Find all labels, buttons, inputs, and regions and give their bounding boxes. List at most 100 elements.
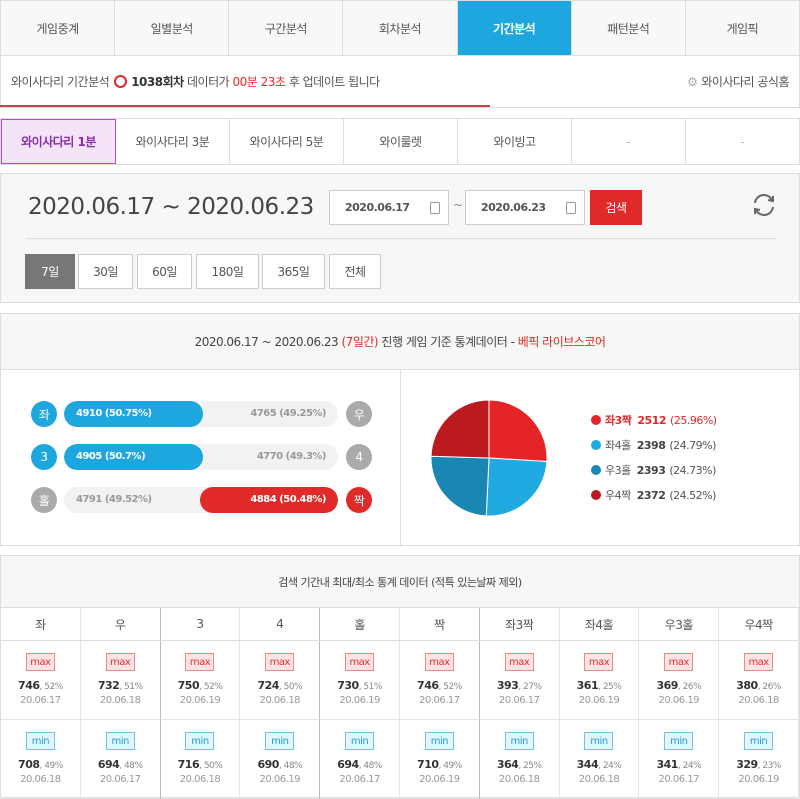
- game-tab-0[interactable]: 와이사다리 1분: [1, 119, 116, 164]
- period-button[interactable]: 30일: [78, 254, 133, 289]
- max-date: 20.06.19: [179, 695, 221, 706]
- game-tab-1[interactable]: 와이사다리 3분: [116, 119, 230, 164]
- percent: , 26%: [677, 682, 702, 692]
- min-value: 694, 48%: [337, 758, 382, 771]
- count: 750: [177, 679, 200, 692]
- tab-4[interactable]: 기간분석: [457, 1, 572, 55]
- max-value: 746, 52%: [417, 679, 462, 692]
- min-tag: min: [265, 732, 295, 750]
- min-tag: min: [424, 732, 454, 750]
- min-date: 20.06.17: [99, 774, 141, 785]
- right-label-badge: 4: [346, 444, 372, 470]
- max-cell: max 746, 52% 20.06.17: [1, 641, 81, 720]
- game-tab-3[interactable]: 와이룰렛: [344, 119, 458, 164]
- max-value: 730, 51%: [337, 679, 382, 692]
- tab-0[interactable]: 게임중계: [1, 1, 116, 55]
- start-date-input[interactable]: 2020.06.17: [329, 190, 449, 225]
- official-home-label: 와이사다리 공식홈: [701, 75, 789, 89]
- max-value: 393, 27%: [497, 679, 542, 692]
- count: 732: [97, 679, 120, 692]
- info-suffix: 후 업데이트 됩니다: [288, 75, 380, 89]
- min-cell: min 716, 50% 20.06.18: [160, 720, 241, 799]
- max-tag: max: [584, 653, 614, 671]
- legend-pct: (25.96%): [670, 413, 717, 427]
- left-value: 4791 (49.52%): [76, 494, 152, 505]
- tab-1[interactable]: 일별분석: [115, 1, 230, 55]
- count: 694: [97, 758, 120, 771]
- min-value: 329, 23%: [736, 758, 781, 771]
- left-label-badge: 홀: [31, 487, 57, 513]
- legend-value: 2398: [636, 438, 666, 452]
- percent: , 52%: [438, 682, 463, 692]
- game-tab-4[interactable]: 와이빙고: [458, 119, 572, 164]
- stats-panel: 2020.06.17 ~ 2020.06.23 (7일간) 진행 게임 기준 통…: [0, 313, 800, 546]
- game-tab-2[interactable]: 와이사다리 5분: [230, 119, 344, 164]
- legend-dot: [591, 415, 601, 425]
- percent: , 48%: [358, 761, 383, 771]
- legend-value: 2372: [636, 488, 666, 502]
- max-cell: max 361, 25% 20.06.19: [559, 641, 640, 720]
- percent: , 52%: [199, 682, 223, 692]
- min-value: 341, 24%: [656, 758, 701, 771]
- percent: , 49%: [438, 761, 463, 771]
- max-value: 750, 52%: [178, 679, 223, 692]
- min-value: 716, 50%: [178, 758, 223, 771]
- official-home-link[interactable]: ⚙ 와이사다리 공식홈: [687, 73, 789, 90]
- percent: , 48%: [278, 761, 303, 771]
- tab-2[interactable]: 구간분석: [229, 1, 344, 55]
- count: 746: [18, 679, 40, 692]
- min-cell: min 710, 49% 20.06.19: [400, 720, 480, 799]
- min-tag: min: [25, 732, 55, 750]
- date-range-title: 2020.06.17 ~ 2020.06.23: [28, 194, 314, 220]
- period-button[interactable]: 전체: [329, 254, 381, 289]
- right-label-badge: 우: [346, 401, 372, 427]
- column-header: 우4짝: [719, 608, 799, 641]
- min-cell: min 344, 24% 20.06.18: [559, 720, 640, 799]
- percent: , 48%: [119, 761, 143, 771]
- legend-item: 좌4홀 2398 (24.79%): [591, 437, 716, 453]
- search-button[interactable]: 검색: [590, 190, 642, 225]
- min-cell: min 341, 24% 20.06.17: [639, 720, 720, 799]
- tab-5[interactable]: 패턴분석: [572, 1, 686, 55]
- link-icon: ⚙: [687, 74, 698, 89]
- refresh-icon[interactable]: [751, 192, 777, 221]
- info-prefix: 와이사다리 기간분석: [11, 75, 110, 89]
- ratio-bar: 4905 (50.7%) 4770 (49.3%): [64, 444, 338, 470]
- min-tag: min: [504, 732, 534, 750]
- percent: , 27%: [518, 682, 542, 692]
- period-button[interactable]: 365일: [262, 254, 325, 289]
- update-info-bar: 와이사다리 기간분석 1038회차 데이터가 00분 23초 후 업데이트 됩니…: [0, 56, 800, 108]
- max-cell: max 730, 51% 20.06.19: [320, 641, 400, 720]
- left-value: 4910 (50.75%): [76, 408, 152, 419]
- min-date: 20.06.19: [419, 774, 460, 785]
- tab-6[interactable]: 게임픽: [686, 1, 799, 55]
- legend-pct: (24.73%): [669, 463, 716, 477]
- min-tag: min: [345, 732, 375, 750]
- max-cell: max 724, 50% 20.06.18: [240, 641, 321, 720]
- max-cell: max 746, 52% 20.06.17: [400, 641, 480, 720]
- stats-brand: 베픽 라이브스코어: [517, 335, 606, 349]
- period-button[interactable]: 180일: [196, 254, 259, 289]
- percent: , 25%: [518, 761, 542, 771]
- min-tag: min: [664, 732, 694, 750]
- period-button[interactable]: 7일: [25, 254, 75, 289]
- percent: , 24%: [598, 761, 622, 771]
- max-value: 380, 26%: [736, 679, 781, 692]
- right-value: 4770 (49.3%): [256, 451, 327, 462]
- period-button[interactable]: 60일: [137, 254, 192, 289]
- column-header: 좌: [1, 608, 81, 641]
- legend-dot: [591, 465, 601, 475]
- game-tab-5[interactable]: -: [572, 119, 686, 164]
- round-number: 1038회차: [131, 75, 184, 89]
- minmax-table: 좌 우 3 4 홀 짝 좌3짝 좌4홀 우3홀 우4짝 max 746, 52% 20.06.17 max…: [1, 608, 799, 799]
- min-date: 20.06.17: [658, 774, 700, 785]
- tab-3[interactable]: 회차분석: [343, 1, 458, 55]
- legend-pct: (24.79%): [669, 438, 716, 452]
- left-label-badge: 좌: [31, 401, 57, 427]
- count: 329: [736, 758, 758, 771]
- percent: , 25%: [598, 682, 622, 692]
- end-date-input[interactable]: 2020.06.23: [465, 190, 585, 225]
- game-tab-6[interactable]: -: [686, 119, 799, 164]
- right-label-badge: 짝: [346, 487, 372, 513]
- stats-range: 2020.06.17 ~ 2020.06.23: [194, 334, 339, 349]
